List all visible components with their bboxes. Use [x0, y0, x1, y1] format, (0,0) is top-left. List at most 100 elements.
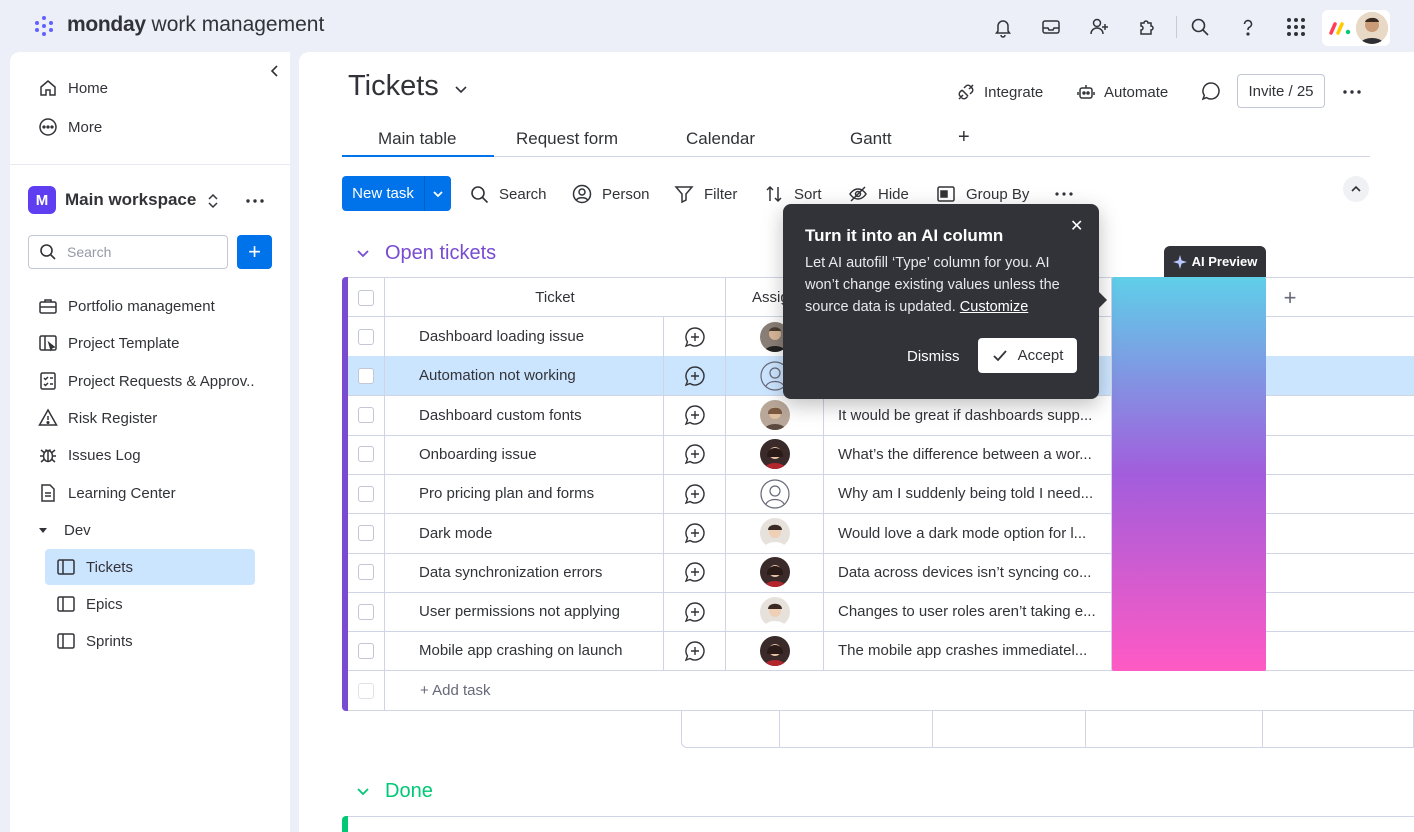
accept-button[interactable]: Accept [978, 338, 1077, 373]
row-checkbox[interactable] [358, 367, 374, 384]
type-cell[interactable]: Feature request [1112, 513, 1266, 553]
inbox-icon[interactable] [1040, 16, 1062, 38]
select-all-checkbox[interactable] [358, 289, 374, 306]
ticket-name-cell[interactable]: Dashboard loading issue [385, 317, 664, 356]
add-column-button[interactable]: + [1266, 278, 1314, 317]
filter-button[interactable]: Filter [674, 182, 737, 206]
table-row[interactable]: Dark mode Would love a dark mode option f… [348, 513, 1414, 554]
add-board-button[interactable]: + [237, 235, 272, 269]
sidebar-item-tickets[interactable]: Tickets [56, 555, 133, 579]
workspace-switcher-icon[interactable] [206, 192, 220, 210]
person-filter-button[interactable]: Person [572, 182, 650, 206]
add-task-input[interactable]: + Add task [385, 671, 1414, 710]
sidebar-item-risk-register[interactable]: Risk Register [38, 406, 157, 430]
description-cell[interactable]: Why am I suddenly being told I need... [824, 474, 1112, 514]
assignee-cell[interactable] [726, 513, 824, 553]
dismiss-button[interactable]: Dismiss [907, 348, 960, 365]
table-row[interactable]: User permissions not applying Changes to … [348, 592, 1414, 633]
description-cell[interactable]: The mobile app crashes immediatel... [824, 631, 1112, 671]
customize-link[interactable]: Customize [960, 299, 1029, 315]
ticket-name-cell[interactable]: Onboarding issue [385, 434, 664, 474]
sidebar-item-more[interactable]: More [38, 115, 102, 139]
ticket-name-cell[interactable]: Automation not working [385, 356, 664, 396]
add-update-button[interactable] [664, 592, 726, 632]
toolbar-more-icon[interactable] [1053, 185, 1075, 203]
sidebar-item-home[interactable]: Home [38, 76, 108, 100]
description-cell[interactable]: Changes to user roles aren’t taking e... [824, 592, 1112, 632]
assignee-cell[interactable] [726, 395, 824, 435]
table-row[interactable]: Onboarding issue What’s the difference be… [348, 434, 1414, 475]
ticket-name-cell[interactable]: User permissions not applying [385, 592, 664, 632]
search-icon[interactable] [1189, 16, 1211, 38]
add-update-button[interactable] [664, 631, 726, 671]
description-cell[interactable]: What’s the difference between a wor... [824, 434, 1112, 474]
sidebar-folder-dev[interactable]: Dev [38, 518, 91, 542]
tab-calendar[interactable]: Calendar [686, 129, 755, 149]
bell-icon[interactable] [992, 16, 1014, 38]
row-checkbox[interactable] [358, 564, 374, 581]
row-checkbox[interactable] [358, 525, 374, 541]
sidebar-item-learning-center[interactable]: Learning Center [38, 481, 176, 505]
assignee-cell[interactable] [726, 434, 824, 474]
new-task-button[interactable]: New task [342, 176, 451, 211]
help-icon[interactable] [1237, 16, 1259, 38]
row-checkbox[interactable] [358, 603, 374, 620]
add-update-button[interactable] [664, 513, 726, 553]
row-checkbox[interactable] [358, 328, 374, 345]
ticket-name-cell[interactable]: Pro pricing plan and forms [385, 474, 664, 514]
column-header-type[interactable]: Type [1112, 278, 1266, 317]
app-grid-icon[interactable] [1285, 16, 1307, 38]
add-view-button[interactable]: + [958, 126, 970, 149]
add-update-button[interactable] [664, 317, 726, 356]
sidebar-item-epics[interactable]: Epics [56, 592, 123, 616]
group-title-done[interactable]: Done [385, 780, 433, 803]
automate-button[interactable]: Automate [1076, 80, 1168, 104]
assignee-cell[interactable] [726, 592, 824, 632]
description-cell[interactable]: Would love a dark mode option for l... [824, 513, 1112, 553]
assignee-cell[interactable] [726, 552, 824, 592]
add-update-button[interactable] [664, 356, 726, 396]
row-checkbox[interactable] [358, 407, 374, 424]
type-cell[interactable]: Bug [1112, 592, 1266, 632]
collapse-header-button[interactable] [1343, 176, 1369, 202]
table-row[interactable]: Pro pricing plan and forms Why am I sudde… [348, 474, 1414, 515]
apps-puzzle-icon[interactable] [1136, 16, 1158, 38]
type-cell[interactable]: Bug [1112, 317, 1266, 356]
group-title-open[interactable]: Open tickets [385, 242, 496, 265]
integrate-button[interactable]: Integrate [956, 80, 1043, 104]
row-checkbox[interactable] [358, 642, 374, 659]
group-header-open[interactable]: Open tickets [355, 239, 496, 267]
tab-request-form[interactable]: Request form [516, 129, 618, 149]
tab-gantt[interactable]: Gantt [850, 129, 892, 149]
ticket-name-cell[interactable]: Mobile app crashing on launch [385, 631, 664, 671]
type-cell[interactable]: Product unclear [1112, 434, 1266, 474]
sidebar-item-project-template[interactable]: Project Template [38, 331, 179, 355]
hide-button[interactable]: Hide [848, 182, 909, 206]
workspace-options-icon[interactable] [244, 191, 266, 211]
table-row[interactable]: Data synchronization errors Data across d… [348, 552, 1414, 593]
sidebar-item-issues-log[interactable]: Issues Log [38, 443, 141, 467]
add-update-button[interactable] [664, 395, 726, 435]
updates-chat-icon[interactable] [1200, 80, 1222, 102]
chevron-down-icon[interactable] [355, 245, 371, 261]
workspace-badge[interactable]: M [28, 186, 56, 214]
page-title[interactable]: Tickets [348, 70, 439, 103]
type-cell[interactable]: Bug [1112, 356, 1266, 396]
add-update-button[interactable] [664, 552, 726, 592]
row-checkbox[interactable] [358, 446, 374, 463]
group-by-button[interactable]: Group By [936, 182, 1029, 206]
ticket-name-cell[interactable]: Dark mode [385, 513, 664, 553]
add-update-button[interactable] [664, 474, 726, 514]
search-button[interactable]: Search [470, 182, 547, 206]
sidebar-item-portfolio[interactable]: Portfolio management [38, 294, 215, 318]
workspace-name[interactable]: Main workspace [65, 190, 196, 210]
add-update-button[interactable] [664, 434, 726, 474]
popover-close-icon[interactable]: ✕ [1070, 216, 1083, 236]
table-row[interactable]: Mobile app crashing on launch The mobile … [348, 631, 1414, 672]
description-cell[interactable]: It would be great if dashboards supp... [824, 395, 1112, 435]
assignee-cell[interactable] [726, 631, 824, 671]
sidebar-item-project-requests[interactable]: Project Requests & Approv.. [38, 369, 254, 393]
invite-members-icon[interactable] [1088, 16, 1110, 38]
collapse-sidebar-icon[interactable] [262, 58, 288, 84]
sidebar-item-sprints[interactable]: Sprints [56, 629, 133, 653]
